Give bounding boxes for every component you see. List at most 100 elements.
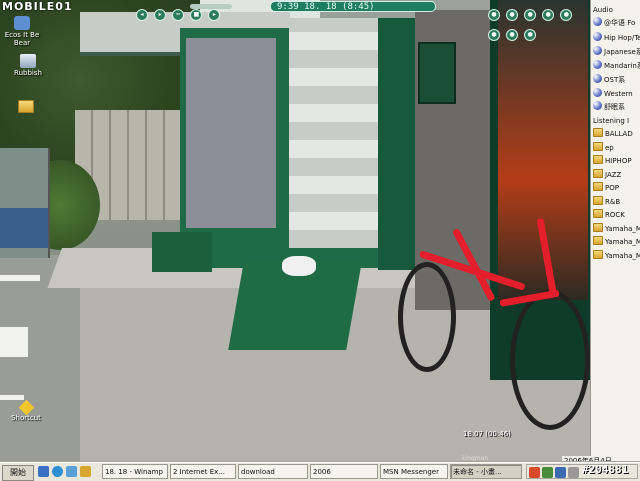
sidebar-item[interactable]: Audio — [593, 4, 640, 16]
tray-icon[interactable] — [529, 467, 540, 478]
wallpaper-glass-panel — [186, 38, 276, 228]
wallpaper-timetable-panel — [289, 18, 379, 248]
winamp-logo: MOBILE01 — [2, 0, 73, 13]
folder-icon — [18, 100, 34, 113]
sidebar-item[interactable]: Hip Hop/Te — [593, 32, 640, 44]
sidebar-item-label: 舒眠系 — [604, 103, 625, 111]
desktop-wallpaper — [0, 0, 590, 462]
sidebar-item[interactable]: R&B — [593, 196, 640, 208]
task-winamp[interactable]: 18. 18 - Winamp — [102, 464, 168, 479]
sidebar-item-label: POP — [605, 184, 619, 192]
task-2006[interactable]: 2006 — [310, 464, 378, 479]
folder-icon — [593, 209, 603, 218]
desktop-icon-label: Rubbish — [14, 69, 42, 77]
winamp-window-controls: ● ● ● ● ● ● ● ● — [488, 1, 590, 41]
sidebar-item[interactable]: Mandarin系 — [593, 60, 640, 72]
winamp-volume-slider[interactable] — [190, 4, 232, 9]
menu-icon[interactable]: ● — [524, 29, 537, 41]
play-icon[interactable]: ▸ — [154, 9, 167, 21]
road-marking — [0, 327, 28, 357]
sidebar-item-label: ROCK — [605, 211, 625, 219]
sidebar-item-label: Audio — [593, 6, 613, 14]
folder-icon — [593, 196, 603, 205]
task-label: MSN Messenger — [383, 468, 439, 476]
winamp-bar: MOBILE01 ◂ ▸ = ■ ▸ 9:39 18. 18 (8:45) ● … — [0, 0, 590, 41]
folder-icon — [593, 169, 603, 178]
pause-icon[interactable]: = — [172, 9, 185, 21]
playlist-icon — [593, 60, 602, 69]
photo-timestamp: 18.07 (00:46) — [463, 430, 511, 438]
media-icon[interactable] — [66, 466, 77, 477]
task-download[interactable]: download — [238, 464, 308, 479]
wallpaper-plastic-bag — [282, 256, 316, 276]
wallpaper-mailbox — [418, 42, 456, 104]
stop-icon[interactable]: ■ — [190, 9, 203, 21]
sidebar-item-label: Hip Hop/Te — [604, 34, 640, 42]
task-label: 2006 — [313, 468, 331, 476]
playlist-sidebar: Audio @华语 Fo Hip Hop/Te Japanese系 Mandar… — [590, 0, 640, 462]
folder-icon — [593, 142, 603, 151]
sidebar-item[interactable]: Japanese系 — [593, 46, 640, 58]
folder-icon — [593, 250, 603, 259]
volume-icon[interactable] — [568, 467, 579, 478]
folder-icon — [593, 128, 603, 137]
winamp-track-display[interactable]: 9:39 18. 18 (8:45) — [270, 1, 436, 12]
repeat-icon[interactable]: ● — [506, 9, 519, 21]
task-msn-messenger[interactable]: MSN Messenger — [380, 464, 448, 479]
sidebar-item-label: HIPHOP — [605, 157, 632, 165]
sidebar-item[interactable]: HIPHOP — [593, 155, 640, 167]
bike-rear-wheel — [510, 290, 590, 430]
playlist-icon — [593, 17, 602, 26]
wallpaper-shelter-post — [378, 18, 418, 270]
playlist-icon — [593, 88, 602, 97]
sidebar-item[interactable]: Yamaha_M — [593, 223, 640, 235]
sidebar-item[interactable]: ep — [593, 142, 640, 154]
desktop-icon-app[interactable]: Ecos It Be Bear — [0, 16, 44, 47]
desktop-icon-recycle-bin[interactable]: Rubbish — [6, 54, 50, 77]
sidebar-item[interactable]: 舒眠系 — [593, 101, 640, 113]
task-internet-explorer[interactable]: 2 Internet Ex... — [170, 464, 236, 479]
tray-icon[interactable] — [555, 467, 566, 478]
road-marking — [0, 395, 24, 400]
prev-icon[interactable]: ◂ — [136, 9, 148, 21]
sidebar-item-label: @华语 Fo — [604, 19, 636, 27]
start-button[interactable]: 開始 — [2, 465, 34, 481]
sidebar-item[interactable]: POP — [593, 182, 640, 194]
playlist-icon[interactable]: ● — [542, 9, 555, 21]
task-label: 2 Internet Ex... — [173, 468, 225, 476]
bike-front-wheel — [398, 262, 456, 372]
shuffle-icon[interactable]: ● — [488, 9, 500, 21]
close-icon[interactable]: ● — [506, 29, 519, 41]
sidebar-item-label: ep — [605, 144, 614, 152]
task-label: download — [241, 468, 275, 476]
sidebar-item[interactable]: ROCK — [593, 209, 640, 221]
tray-icon[interactable] — [542, 467, 553, 478]
sidebar-item[interactable]: BALLAD — [593, 128, 640, 140]
eq-icon[interactable]: ● — [524, 9, 537, 21]
sidebar-item-label: JAZZ — [605, 171, 622, 179]
folder-icon — [593, 236, 603, 245]
recycle-bin-icon — [20, 54, 36, 68]
maximize-icon[interactable]: ● — [488, 29, 500, 41]
sidebar-item[interactable]: OST系 — [593, 74, 640, 86]
playlist-icon — [593, 101, 602, 110]
folder-icon — [593, 223, 603, 232]
sidebar-item-label: Yamaha_M — [605, 238, 640, 246]
browser-icon[interactable] — [52, 466, 63, 477]
sidebar-item[interactable]: Yamaha_M — [593, 236, 640, 248]
sidebar-item[interactable]: Western — [593, 88, 640, 100]
sidebar-item[interactable]: @华语 Fo — [593, 17, 640, 29]
folder-icon[interactable] — [80, 466, 91, 477]
image-watermark: #204881 — [582, 463, 629, 476]
folder-icon — [593, 182, 603, 191]
next-icon[interactable]: ▸ — [208, 9, 221, 21]
sidebar-item[interactable]: JAZZ — [593, 169, 640, 181]
task-paint[interactable]: 未命名 - 小畫... — [450, 464, 522, 479]
desktop-icon-shortcut[interactable]: Shortcut — [4, 399, 48, 422]
desktop-icon-folder[interactable] — [4, 100, 48, 114]
sidebar-item[interactable]: Listening I — [593, 115, 640, 127]
desktop-icon[interactable] — [38, 466, 49, 477]
sidebar-item-label: Yamaha_M — [605, 225, 640, 233]
sidebar-item[interactable]: Yamaha_M — [593, 250, 640, 262]
minimize-icon[interactable]: ● — [560, 9, 573, 21]
